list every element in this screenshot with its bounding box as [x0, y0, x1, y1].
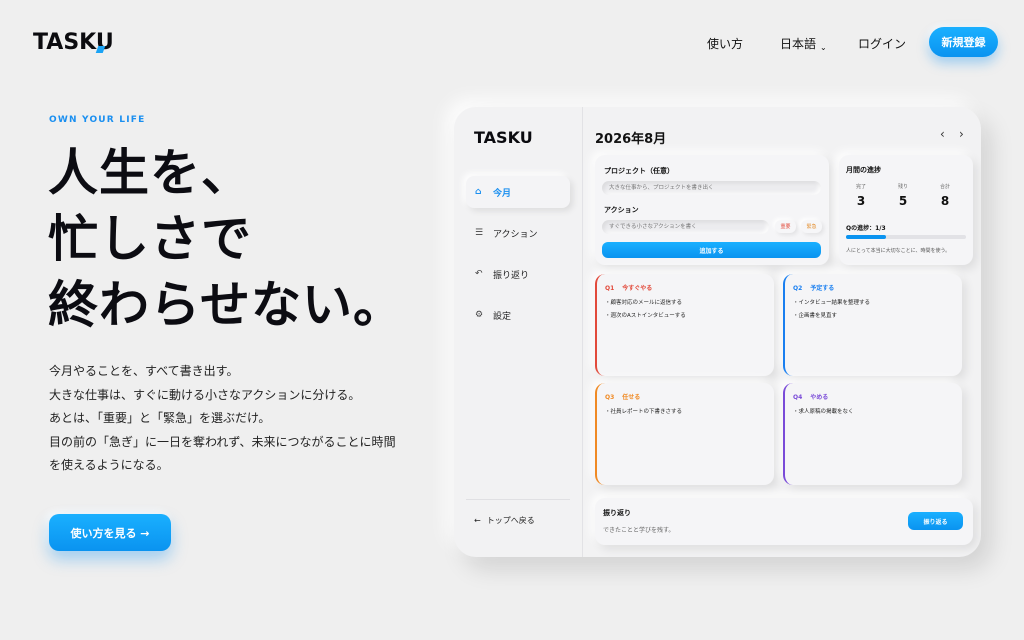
hero-description: 今月やることを、すべて書き出す。 大きな仕事は、すぐに動ける小さなアクションに分… [49, 360, 396, 478]
review-subtitle: できたことと学びを残す。 [603, 527, 675, 534]
description-line: 大きな仕事は、すぐに動ける小さなアクションに分ける。 [49, 387, 361, 402]
task-item[interactable]: インタビュー結果を整理する [793, 297, 871, 310]
progress-note: 人にとって本当に大切なことに、時間を使う。 [846, 248, 951, 254]
quadrant-header: Q1 今すぐやる [605, 283, 652, 292]
sidebar-item-label: 振り返り [493, 270, 530, 281]
hero-tagline: OWN YOUR LIFE [49, 115, 146, 125]
logo-accent-letter: U [95, 30, 114, 55]
review-icon: ↶ [475, 269, 483, 279]
quadrant-title: 今すぐやる [622, 285, 653, 292]
description-line: 目の前の「急ぎ」に一日を奪われず、未来につながることに時間 [49, 434, 396, 449]
quadrant-header: Q2 予定する [793, 283, 834, 292]
review-button[interactable]: 振り返る [908, 512, 963, 530]
sidebar-divider [466, 499, 570, 500]
nav-login-link[interactable]: ログイン [858, 35, 906, 52]
quadrant-code: Q3 [605, 394, 615, 401]
stat-remaining: 残り 5 [883, 183, 923, 208]
action-label: アクション [604, 206, 639, 214]
action-input[interactable] [602, 220, 769, 234]
headline-line: 人生を、 [48, 144, 252, 202]
arrow-left-icon: ← [474, 516, 481, 525]
list-icon: ☰ [475, 228, 484, 238]
add-action-button[interactable]: 追加する [602, 242, 821, 258]
stat-value: 5 [898, 194, 908, 208]
review-card: 振り返り できたことと学びを残す。 振り返る [595, 498, 973, 545]
sidebar-item-review[interactable]: ↶ 振り返り [466, 258, 570, 290]
sidebar-item-label: 今月 [493, 188, 512, 199]
progress-title: 月間の進捗 [846, 166, 881, 174]
quadrant-task-list: インタビュー結果を整理する 企画書を見直す [793, 297, 871, 323]
quadrant-title: 予定する [810, 285, 835, 292]
q-progress-bar [846, 235, 966, 239]
language-selector[interactable]: 日本語 ⌄ [780, 35, 827, 52]
quadrant-task-list: 社員レポートの下書きさする [605, 406, 683, 419]
gear-icon: ⚙ [475, 310, 484, 320]
description-line: あとは、「重要」と「緊急」を選ぶだけ。 [49, 411, 271, 425]
sidebar-item-settings[interactable]: ⚙ 設定 [466, 299, 570, 331]
quadrant-task-list: 求人原稿の掲載をなく [793, 406, 854, 419]
stat-value: 8 [940, 194, 950, 208]
signup-button[interactable]: 新規登録 [929, 27, 998, 57]
description-line: を使えるようになる。 [49, 458, 169, 472]
back-to-top-link[interactable]: ← トップへ戻る [474, 515, 535, 526]
quadrant-title: やめる [810, 394, 829, 401]
stat-done: 完了 3 [841, 183, 881, 208]
language-label: 日本語 [780, 37, 817, 51]
q-progress-fill [846, 235, 886, 239]
nav-how-to-link[interactable]: 使い方 [707, 35, 743, 52]
quadrant-q1: Q1 今すぐやる 顧客対応のメールに返信する 週次のAストインタビューする [595, 274, 774, 376]
headline-line: 忙しさで [48, 210, 252, 268]
month-title: 2026年8月 [595, 132, 667, 147]
quadrant-q2: Q2 予定する インタビュー結果を整理する 企画書を見直す [783, 274, 962, 376]
task-item[interactable]: 顧客対応のメールに返信する [605, 297, 686, 310]
sidebar-item-label: 設定 [493, 311, 512, 322]
home-icon: ⌂ [475, 187, 482, 197]
stat-label: 残り [897, 184, 908, 190]
urgent-tag-toggle[interactable]: 緊急 [801, 220, 822, 233]
prev-month-chevron-left-icon[interactable]: ‹ [940, 127, 945, 141]
q-progress-label: Qの進捗：1/3 [846, 225, 886, 232]
brand-logo[interactable]: TASKU [33, 30, 114, 55]
important-tag-toggle[interactable]: 重要 [775, 220, 796, 233]
app-sidebar: TASKU ⌂ 今月 ☰ アクション ↶ 振り返り ⚙ 設定 ← トップへ戻る [454, 107, 583, 557]
quadrant-code: Q1 [605, 285, 615, 292]
task-item[interactable]: 求人原稿の掲載をなく [793, 406, 854, 419]
sidebar-item-label: アクション [493, 229, 538, 240]
quadrant-task-list: 顧客対応のメールに返信する 週次のAストインタビューする [605, 297, 686, 323]
how-to-cta-button[interactable]: 使い方を見る → [49, 514, 171, 551]
hero-headline: 人生を、 忙しさで 終わらせない。 [48, 140, 404, 338]
quadrant-code: Q2 [793, 285, 803, 292]
headline-line: 終わらせない。 [48, 276, 404, 334]
back-to-top-label: トップへ戻る [486, 516, 535, 525]
next-month-chevron-right-icon[interactable]: › [959, 127, 964, 141]
stat-label: 完了 [855, 184, 866, 190]
stat-total: 合計 8 [925, 183, 965, 208]
chevron-down-icon: ⌄ [820, 43, 827, 52]
add-action-form: プロジェクト（任意） アクション 重要 緊急 追加する [595, 155, 829, 265]
app-logo: TASKU [474, 128, 533, 147]
stat-label: 合計 [939, 184, 950, 190]
task-item[interactable]: 企画書を見直す [793, 310, 870, 323]
task-item[interactable]: 週次のAストインタビューする [605, 310, 686, 323]
description-line: 今月やることを、すべて書き出す。 [49, 364, 239, 378]
task-item[interactable]: 社員レポートの下書きさする [605, 406, 683, 419]
app-preview: TASKU ⌂ 今月 ☰ アクション ↶ 振り返り ⚙ 設定 ← トップへ戻る 2… [454, 107, 981, 557]
quadrant-q4: Q4 やめる 求人原稿の掲載をなく [783, 383, 962, 485]
sidebar-item-this-month[interactable]: ⌂ 今月 [466, 176, 570, 208]
quadrant-header: Q3 任せる [605, 392, 640, 401]
quadrant-title: 任せる [622, 394, 641, 401]
project-label: プロジェクト（任意） [604, 167, 674, 175]
quadrant-header: Q4 やめる [793, 392, 828, 401]
quadrant-code: Q4 [793, 394, 803, 401]
review-title: 振り返り [603, 509, 631, 517]
logo-text: TASK [33, 30, 96, 55]
monthly-progress-card: 月間の進捗 完了 3 残り 5 合計 8 Qの進捗：1/3 人にとって本当に大切… [839, 155, 973, 265]
project-input[interactable] [602, 181, 821, 195]
sidebar-item-actions[interactable]: ☰ アクション [466, 217, 570, 249]
stat-value: 3 [856, 194, 866, 208]
quadrant-q3: Q3 任せる 社員レポートの下書きさする [595, 383, 774, 485]
